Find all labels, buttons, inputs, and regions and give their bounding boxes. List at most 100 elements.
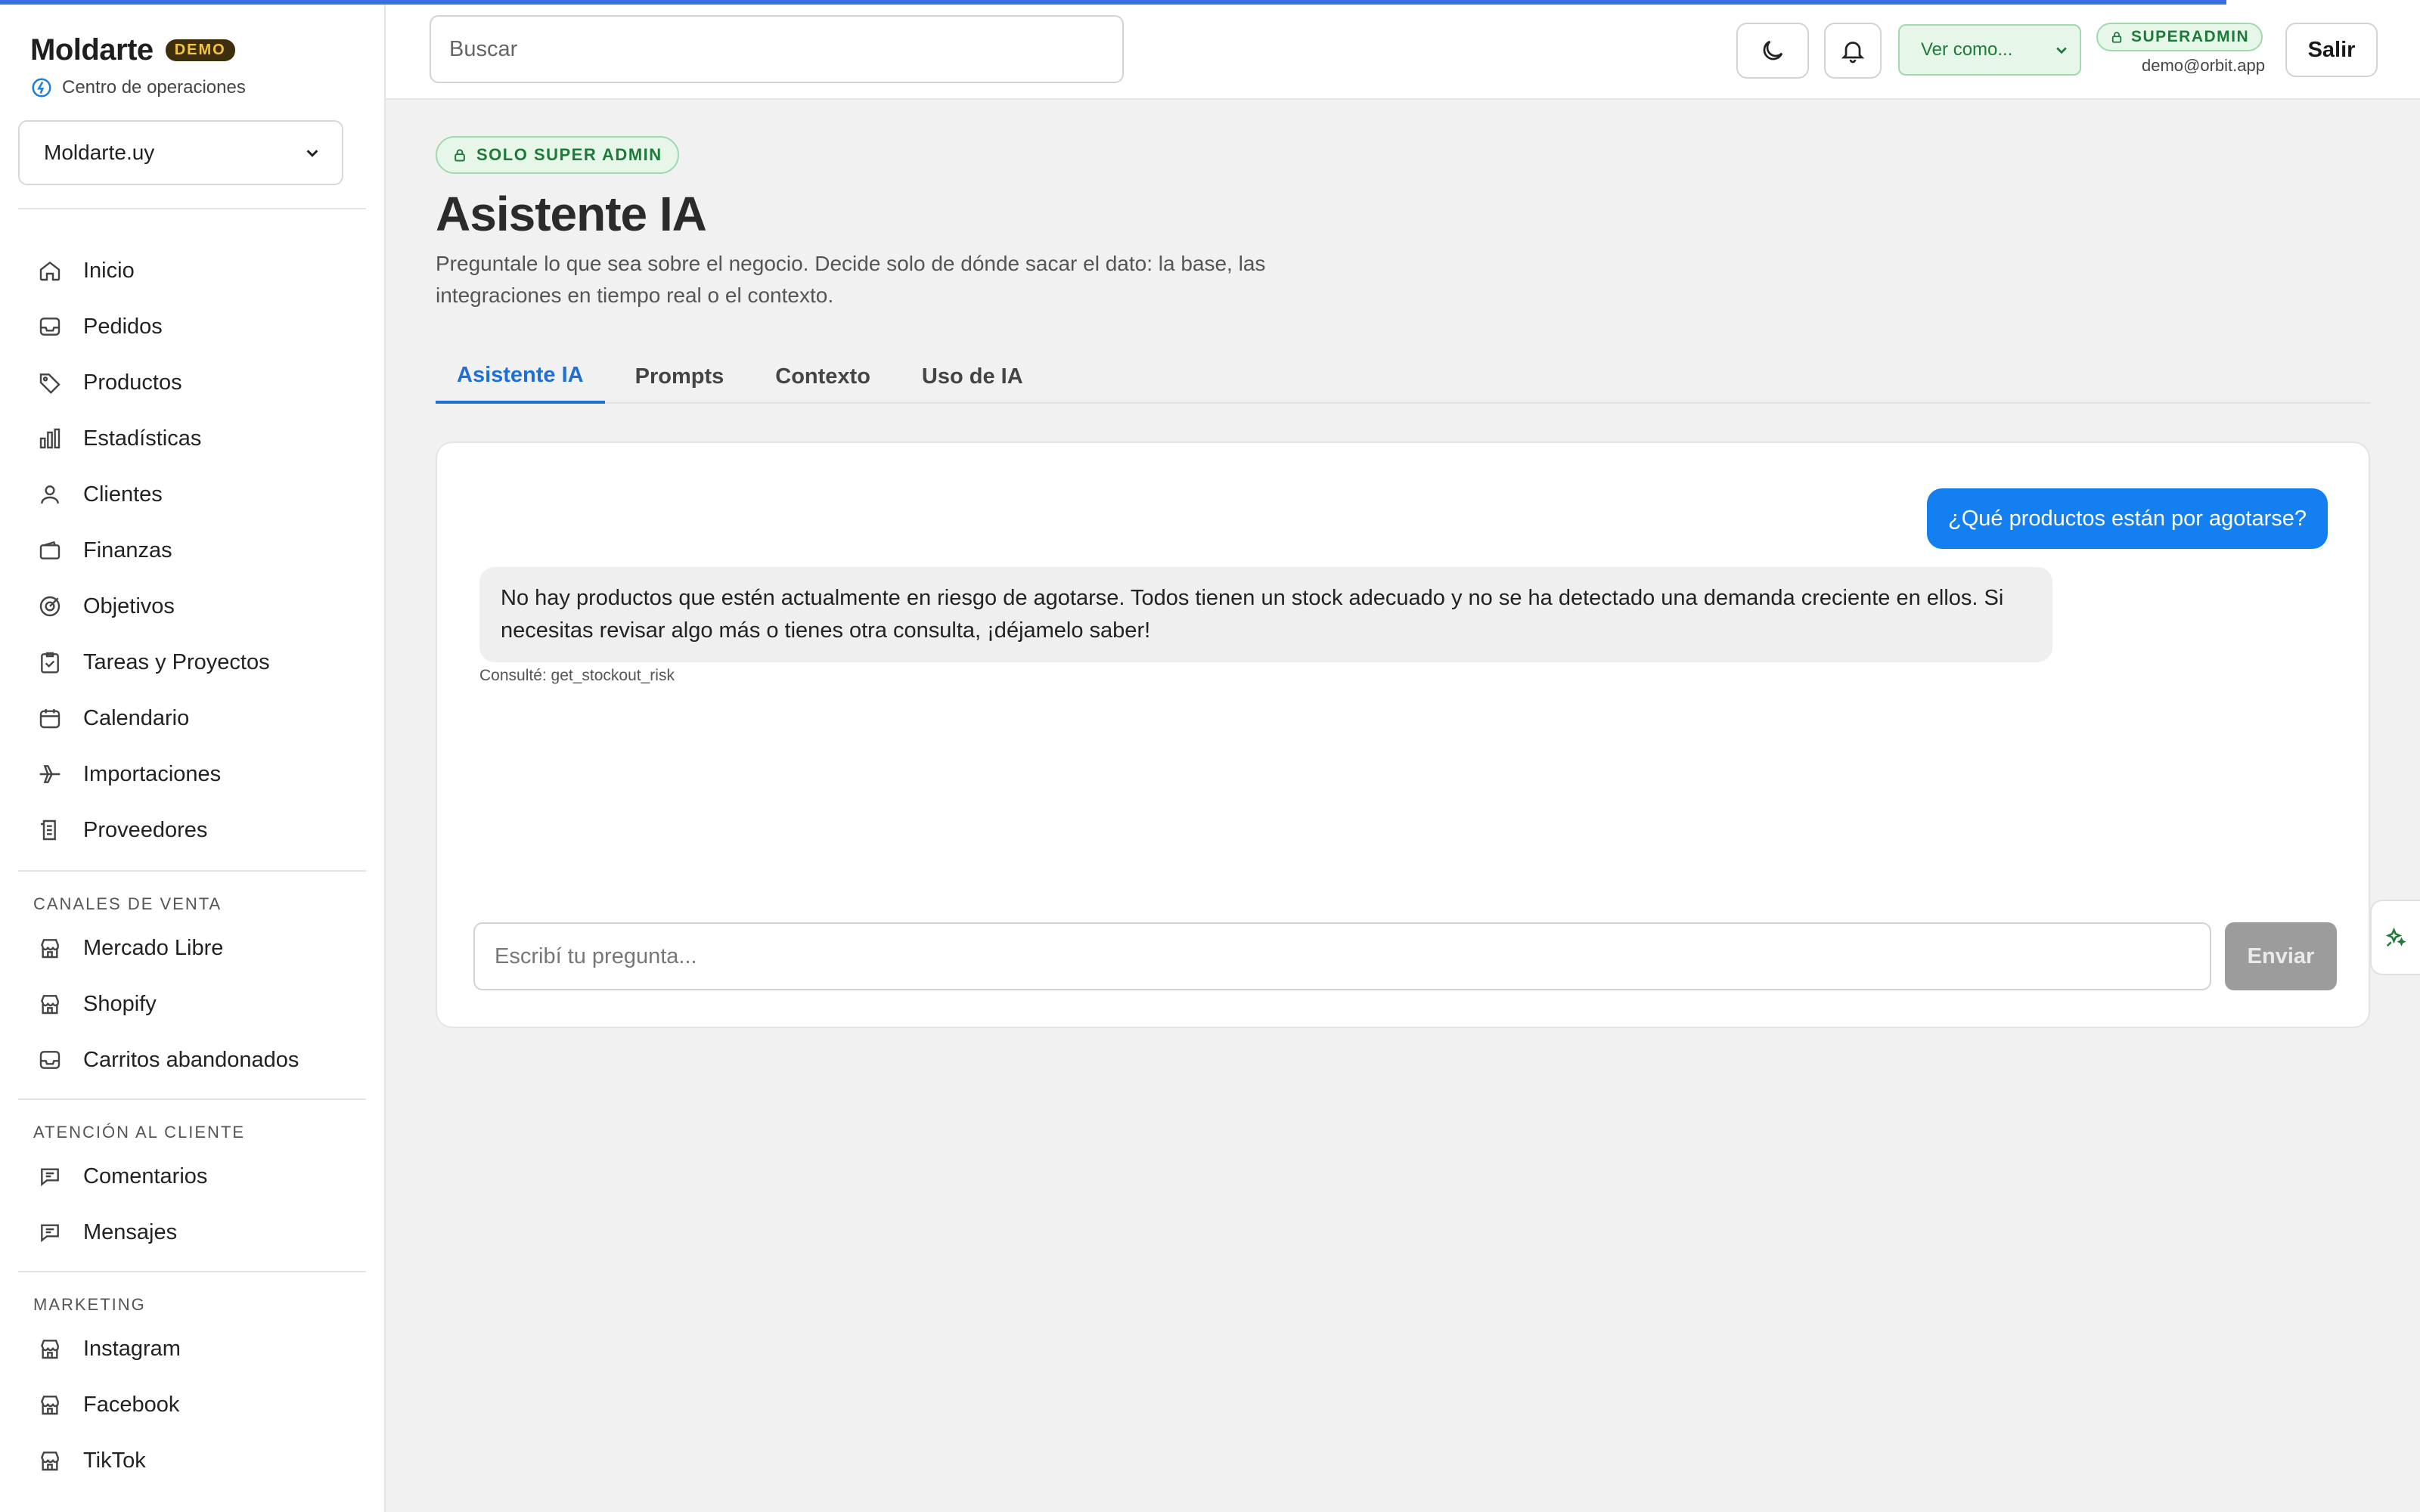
sidebar-item-label: Carritos abandonados	[83, 1047, 299, 1072]
document-list-icon	[41, 820, 56, 841]
brand: Moldarte DEMO	[18, 33, 366, 67]
sidebar-item-label: Finanzas	[83, 538, 172, 562]
role-badge: SUPERADMIN	[2096, 23, 2263, 51]
sidebar-item-productos[interactable]: Productos	[18, 355, 366, 411]
sidebar-item-tareas[interactable]: Tareas y Proyectos	[18, 634, 366, 690]
sidebar-item-label: Tareas y Proyectos	[83, 649, 270, 674]
theme-toggle-button[interactable]	[1736, 23, 1809, 79]
sidebar-item-label: Inicio	[83, 258, 135, 283]
logout-button[interactable]: Salir	[2285, 23, 2378, 77]
sidebar: Moldarte DEMO Centro de operaciones Mold…	[0, 0, 386, 1512]
chat-panel: ¿Qué productos están por agotarse? No ha…	[436, 442, 2370, 1028]
sidebar-item-label: Mercado Libre	[83, 935, 224, 960]
sidebar-item-inicio[interactable]: Inicio	[18, 243, 366, 299]
tab-contexto[interactable]: Contexto	[754, 349, 892, 404]
page-loading-bar	[0, 0, 2226, 5]
tag-icon	[39, 373, 60, 395]
store-select[interactable]: Moldarte.uy	[18, 120, 343, 185]
tab-prompts[interactable]: Prompts	[614, 349, 746, 404]
target-icon	[39, 596, 60, 617]
sidebar-item-label: Estadísticas	[83, 426, 202, 451]
search-placeholder: Buscar	[449, 36, 518, 61]
sidebar-item-label: Objetivos	[83, 593, 175, 618]
sidebar-item-estadisticas[interactable]: Estadísticas	[18, 411, 366, 466]
sidebar-divider	[18, 870, 366, 872]
page-title: Asistente IA	[436, 187, 707, 241]
sidebar-item-label: Mensajes	[83, 1219, 178, 1244]
sidebar-item-objetivos[interactable]: Objetivos	[18, 578, 366, 634]
section-label-sales: CANALES DE VENTA	[33, 894, 222, 913]
sidebar-item-finanzas[interactable]: Finanzas	[18, 522, 366, 578]
ai-assistant-side-tab[interactable]	[2370, 900, 2420, 975]
sidebar-item-label: Clientes	[83, 482, 163, 507]
lock-icon	[455, 149, 465, 162]
sidebar-divider	[18, 208, 366, 209]
store-select-value: Moldarte.uy	[44, 141, 155, 164]
section-label-support: ATENCIÓN AL CLIENTE	[33, 1123, 246, 1142]
user-icon	[41, 485, 59, 504]
question-input[interactable]: Escribí tu pregunta...	[473, 922, 2211, 990]
sidebar-item-comentarios[interactable]: Comentarios	[18, 1148, 366, 1204]
main-content: SOLO SUPER ADMIN Asistente IA Preguntale…	[386, 101, 2420, 1512]
brand-subtitle: Centro de operaciones	[18, 76, 366, 99]
sidebar-item-shopify[interactable]: Shopify	[18, 976, 366, 1032]
sidebar-item-label: Shopify	[83, 991, 157, 1016]
store-icon	[41, 1452, 59, 1471]
sidebar-item-pedidos[interactable]: Pedidos	[18, 299, 366, 355]
assistant-message: No hay productos que estén actualmente e…	[479, 567, 2052, 662]
store-icon	[41, 995, 59, 1015]
calendar-icon	[39, 709, 60, 729]
clipboard-check-icon	[41, 652, 59, 674]
sidebar-item-proveedores[interactable]: Proveedores	[18, 802, 366, 858]
bar-chart-icon	[39, 428, 60, 449]
sidebar-item-instagram[interactable]: Instagram	[18, 1321, 366, 1377]
sidebar-nav: Inicio Pedidos Productos Estadísticas Cl…	[18, 243, 366, 858]
tool-call-note: Consulté: get_stockout_risk	[479, 667, 675, 684]
view-as-label: Ver como...	[1921, 39, 2013, 60]
operations-icon	[32, 78, 51, 98]
wallet-icon	[39, 541, 60, 559]
sidebar-item-label: Pedidos	[83, 314, 163, 339]
sidebar-item-clientes[interactable]: Clientes	[18, 466, 366, 522]
bell-icon	[1841, 42, 1865, 64]
notifications-button[interactable]	[1824, 23, 1882, 79]
tab-asistente-ia[interactable]: Asistente IA	[436, 349, 605, 404]
store-icon	[41, 1340, 59, 1359]
sidebar-item-mercado-libre[interactable]: Mercado Libre	[18, 920, 366, 976]
sidebar-item-label: Calendario	[83, 705, 190, 730]
super-admin-badge-text: SOLO SUPER ADMIN	[476, 145, 662, 164]
sidebar-item-calendario[interactable]: Calendario	[18, 690, 366, 746]
sidebar-divider	[18, 1271, 366, 1272]
user-message: ¿Qué productos están por agotarse?	[1927, 488, 2328, 549]
lock-icon	[2111, 32, 2122, 43]
role-badge-text: SUPERADMIN	[2131, 28, 2250, 45]
inbox-icon	[39, 1051, 60, 1069]
search-input[interactable]: Buscar	[430, 15, 1124, 83]
sidebar-item-mensajes[interactable]: Mensajes	[18, 1204, 366, 1260]
store-icon	[41, 1396, 59, 1415]
chevron-down-icon	[2056, 47, 2067, 54]
sidebar-item-label: Productos	[83, 370, 182, 395]
plane-icon	[39, 765, 60, 783]
sidebar-item-importaciones[interactable]: Importaciones	[18, 746, 366, 802]
sidebar-divider	[18, 1098, 366, 1100]
section-label-marketing: MARKETING	[33, 1295, 146, 1314]
brand-name: Moldarte	[30, 33, 154, 67]
sidebar-item-facebook[interactable]: Facebook	[18, 1377, 366, 1433]
tab-uso-de-ia[interactable]: Uso de IA	[901, 349, 1044, 404]
moon-icon	[1763, 40, 1783, 60]
store-icon	[41, 939, 59, 959]
brand-subtitle-text: Centro de operaciones	[62, 77, 246, 98]
sidebar-item-label: Facebook	[83, 1392, 180, 1417]
chat-icon	[41, 1168, 59, 1187]
sidebar-item-tiktok[interactable]: TikTok	[18, 1433, 366, 1489]
sidebar-item-carritos[interactable]: Carritos abandonados	[18, 1032, 366, 1088]
sparkles-icon	[2385, 927, 2406, 947]
send-button[interactable]: Enviar	[2225, 922, 2337, 990]
chat-icon	[41, 1224, 59, 1243]
topbar: Buscar Ver como... SUPERADMIN demo@orbit…	[386, 0, 2420, 100]
question-placeholder: Escribí tu pregunta...	[495, 943, 697, 968]
page-description: Preguntale lo que sea sobre el negocio. …	[436, 252, 1266, 307]
super-admin-badge: SOLO SUPER ADMIN	[436, 136, 679, 174]
view-as-select[interactable]: Ver como...	[1898, 24, 2081, 76]
